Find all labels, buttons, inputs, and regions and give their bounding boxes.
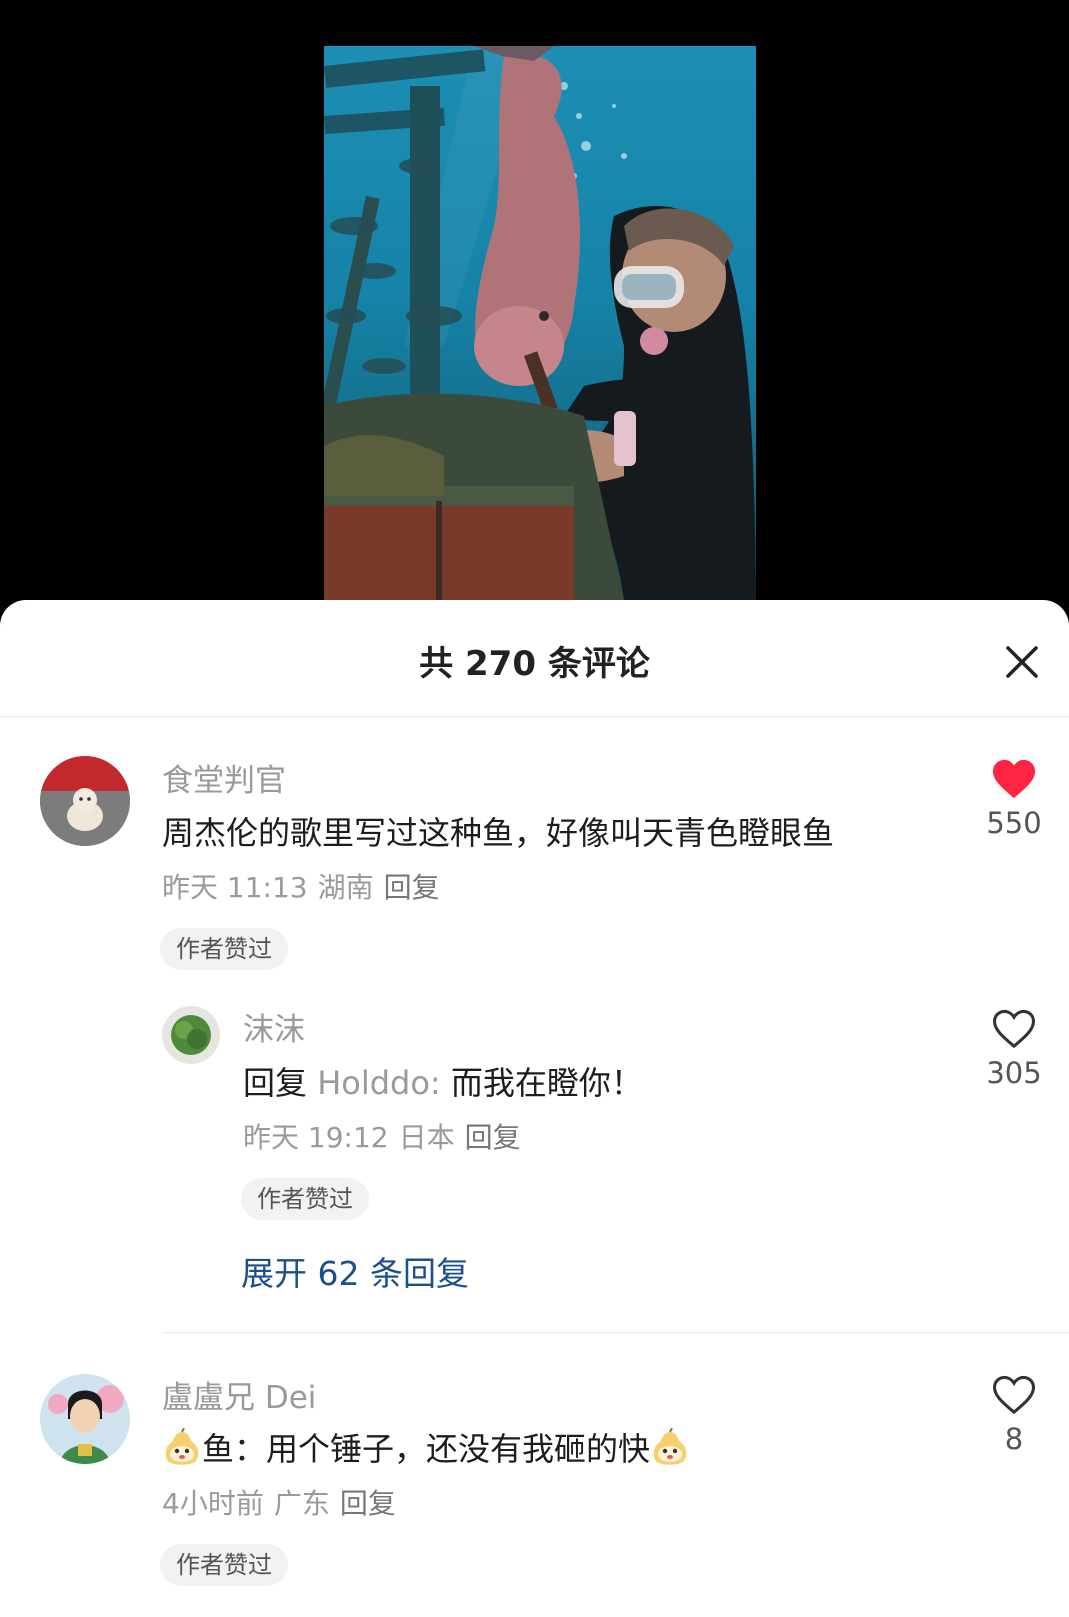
- comment-body: 鱼：用个锤子，还没有我砸的快: [202, 1430, 651, 1468]
- pear-face-emoji-icon: [653, 1428, 687, 1465]
- like-button[interactable]: 8: [974, 1374, 1054, 1456]
- video-frame[interactable]: [324, 46, 756, 600]
- underwater-scene-image: [324, 46, 756, 600]
- comment-meta: 4小时前 广东 回复: [162, 1482, 406, 1522]
- heart-outline-icon: [992, 1375, 1036, 1415]
- comment-username[interactable]: 盧盧兄 Dei: [162, 1372, 316, 1417]
- comment-text: 鱼：用个锤子，还没有我砸的快: [162, 1424, 690, 1470]
- comment-location: 广东: [273, 1487, 330, 1520]
- cartoon-character-avatar-image: [40, 1374, 130, 1464]
- avatar[interactable]: [40, 1374, 130, 1464]
- video-area[interactable]: [0, 0, 1069, 620]
- comment-time: 4小时前: [162, 1487, 264, 1520]
- like-count: 8: [1004, 1422, 1024, 1456]
- reply-button[interactable]: 回复: [340, 1487, 396, 1520]
- comment-item: 盧盧兄 Dei 鱼：用个锤子，还没有我砸的快 4小时前 广东 回复 作者赞过 8: [0, 600, 1069, 1617]
- pear-face-emoji-icon: [165, 1428, 199, 1465]
- comment-sheet: 共 270 条评论 食堂判官 周杰伦的歌里写过这种鱼，好像叫天青色瞪眼鱼 昨天 …: [0, 600, 1069, 1617]
- author-liked-badge: 作者赞过: [160, 1544, 288, 1586]
